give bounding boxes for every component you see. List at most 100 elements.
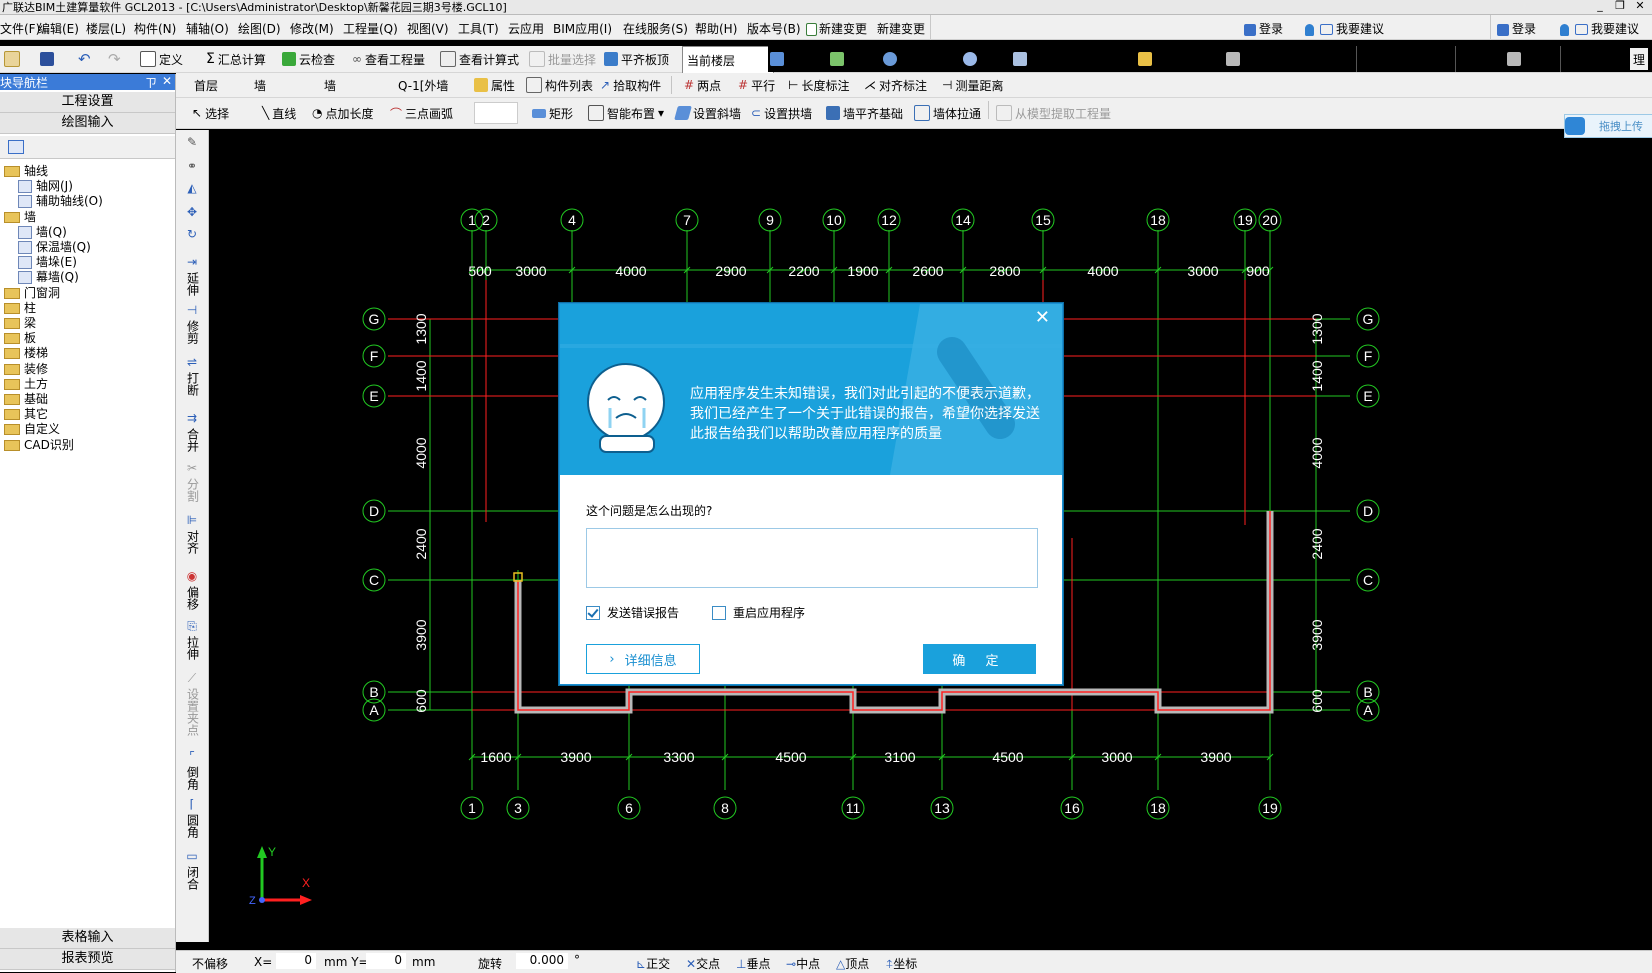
break-tool[interactable]: ⇌ 打断 bbox=[176, 356, 208, 399]
axis-bubble[interactable]: 8 bbox=[713, 796, 737, 820]
level-floor-button[interactable]: 平齐板顶 bbox=[604, 48, 669, 70]
wall-through-button[interactable]: 墙体拉通 bbox=[914, 102, 981, 124]
rotate-tool[interactable]: ↻ bbox=[176, 228, 208, 244]
tool-button-c[interactable] bbox=[963, 48, 977, 70]
tool-button-e[interactable] bbox=[1138, 48, 1152, 70]
axis-bubble[interactable]: 7 bbox=[675, 208, 699, 232]
view-3d-button[interactable] bbox=[770, 48, 784, 70]
close-window-button[interactable]: ✕ bbox=[1630, 0, 1650, 13]
measure-button[interactable]: ⊣ 测量距离 bbox=[942, 74, 1003, 96]
pin-icon[interactable]: ㄗ bbox=[145, 74, 157, 91]
ok-button[interactable]: 确 定 bbox=[923, 644, 1036, 674]
close-icon[interactable]: ✕ bbox=[162, 74, 172, 88]
arc-options-dropdown[interactable] bbox=[474, 102, 518, 124]
login-link-2[interactable]: 登录 bbox=[1497, 20, 1536, 37]
axis-bubble[interactable]: 13 bbox=[930, 796, 954, 820]
y-input[interactable]: 0 bbox=[366, 953, 406, 969]
menu-file[interactable]: 文件(F) bbox=[0, 20, 40, 37]
length-dim-button[interactable]: ⊢ 长度标注 bbox=[788, 74, 849, 96]
menu-view[interactable]: 视图(V) bbox=[407, 20, 449, 37]
cloud-check-button[interactable]: 云检查 bbox=[282, 48, 335, 70]
toolbar-overflow[interactable]: 理 bbox=[1630, 48, 1649, 70]
extract-from-model-button[interactable]: 从模型提取工程量 bbox=[996, 102, 1111, 124]
axis-bubble[interactable]: C bbox=[362, 568, 386, 592]
properties-button[interactable]: 属性 bbox=[474, 74, 515, 96]
axis-bubble[interactable]: B bbox=[362, 680, 386, 704]
line-button[interactable]: ╲ 直线 bbox=[262, 102, 296, 124]
dialog-close-button[interactable]: ✕ bbox=[1035, 307, 1050, 328]
axis-bubble[interactable]: G bbox=[362, 307, 386, 331]
tool-button-a[interactable] bbox=[830, 48, 844, 70]
menu-new-change-1[interactable]: 新建变更 bbox=[806, 20, 867, 37]
axis-bubble[interactable]: 4 bbox=[560, 208, 584, 232]
axis-bubble[interactable]: 18 bbox=[1146, 208, 1170, 232]
menu-cloud[interactable]: 云应用 bbox=[508, 20, 544, 37]
report-preview-tab[interactable]: 报表预览 bbox=[0, 949, 175, 970]
axis-bubble[interactable]: 12 bbox=[877, 208, 901, 232]
snap-perpendicular[interactable]: ⊥垂点 bbox=[736, 955, 770, 972]
split-tool[interactable]: ✂ 分割 bbox=[176, 462, 208, 505]
collapse-all-icon[interactable] bbox=[8, 140, 24, 154]
wall-align-foundation-button[interactable]: 墙平齐基础 bbox=[826, 102, 903, 124]
floor-select-dropdown[interactable]: 当前楼层 bbox=[682, 46, 774, 74]
tree-item[interactable]: CAD识别 bbox=[4, 436, 74, 453]
details-button[interactable]: › 详细信息 bbox=[586, 644, 700, 674]
axis-bubble[interactable]: G bbox=[1356, 307, 1380, 331]
tool-button-f[interactable] bbox=[1226, 48, 1240, 70]
view-formula-button[interactable]: 查看计算式 bbox=[440, 48, 519, 70]
move-tool[interactable]: ✥ bbox=[176, 206, 208, 222]
feedback-link-2[interactable]: 我要建议 bbox=[1560, 20, 1639, 37]
menu-version[interactable]: 版本号(B) bbox=[747, 20, 801, 37]
merge-tool[interactable]: ⇉ 合并 bbox=[176, 412, 208, 455]
axis-bubble[interactable]: A bbox=[362, 698, 386, 722]
axis-bubble[interactable]: 19 bbox=[1233, 208, 1257, 232]
axis-bubble[interactable]: 18 bbox=[1146, 796, 1170, 820]
offset-tool[interactable]: ◉ 偏移 bbox=[176, 570, 208, 613]
rotate-input[interactable]: 0.000 bbox=[516, 953, 568, 969]
axis-bubble[interactable]: 1 bbox=[460, 208, 484, 232]
component-dropdown[interactable]: Q-1[外墙 bbox=[398, 74, 448, 96]
login-link-1[interactable]: 登录 bbox=[1244, 20, 1283, 37]
menu-online[interactable]: 在线服务(S) bbox=[623, 20, 688, 37]
menu-help[interactable]: 帮助(H) bbox=[695, 20, 737, 37]
new-file-button[interactable] bbox=[4, 48, 20, 70]
sum-calc-button[interactable]: Σ 汇总计算 bbox=[206, 48, 266, 70]
menu-floor[interactable]: 楼层(L) bbox=[86, 20, 126, 37]
menu-component[interactable]: 构件(N) bbox=[134, 20, 176, 37]
axis-bubble[interactable]: D bbox=[362, 499, 386, 523]
axis-bubble[interactable]: 14 bbox=[951, 208, 975, 232]
fillet-tool[interactable]: ⌈ 圆角 bbox=[176, 798, 208, 841]
axis-bubble[interactable]: B bbox=[1356, 680, 1380, 704]
restore-button[interactable]: ❐ bbox=[1610, 0, 1630, 13]
trim-tool[interactable]: ⊣ 修剪 bbox=[176, 304, 208, 347]
snap-intersection[interactable]: ✕交点 bbox=[686, 955, 720, 972]
align-dim-button[interactable]: ⋌ 对齐标注 bbox=[864, 74, 927, 96]
snap-coordinate[interactable]: ⍏坐标 bbox=[886, 955, 917, 972]
axis-bubble[interactable]: F bbox=[1356, 344, 1380, 368]
tool-button-d[interactable] bbox=[1013, 48, 1027, 70]
send-report-checkbox[interactable]: 发送错误报告 bbox=[586, 604, 679, 621]
menu-draw[interactable]: 绘图(D) bbox=[238, 20, 281, 37]
select-button[interactable]: ↖ 选择 bbox=[192, 102, 229, 124]
snap-midpoint[interactable]: ⊸中点 bbox=[786, 955, 820, 972]
axis-bubble[interactable]: 11 bbox=[841, 796, 865, 820]
axis-bubble[interactable]: 16 bbox=[1060, 796, 1084, 820]
set-arch-wall-button[interactable]: ⊂ 设置拱墙 bbox=[751, 102, 812, 124]
define-button[interactable]: 定义 bbox=[140, 48, 183, 70]
tool-button-b[interactable] bbox=[883, 48, 897, 70]
floor-dropdown[interactable]: 首层 bbox=[194, 74, 218, 96]
axis-bubble[interactable]: 2 bbox=[474, 208, 498, 232]
axis-bubble[interactable]: E bbox=[362, 384, 386, 408]
axis-bubble[interactable]: 6 bbox=[617, 796, 641, 820]
problem-description-field[interactable] bbox=[586, 528, 1038, 588]
axis-bubble[interactable]: D bbox=[1356, 499, 1380, 523]
minimize-button[interactable]: _ bbox=[1590, 0, 1610, 13]
parallel-button[interactable]: # 平行 bbox=[738, 74, 775, 96]
copy-tool[interactable]: ⚭ bbox=[176, 160, 208, 176]
align-tool[interactable]: ⊫ 对齐 bbox=[176, 514, 208, 557]
axis-bubble[interactable]: 9 bbox=[758, 208, 782, 232]
menu-modify[interactable]: 修改(M) bbox=[290, 20, 334, 37]
undo-button[interactable]: ↶ bbox=[78, 48, 91, 70]
x-input[interactable]: 0 bbox=[276, 953, 316, 969]
menu-new-change-2[interactable]: 新建变更 bbox=[877, 20, 925, 37]
